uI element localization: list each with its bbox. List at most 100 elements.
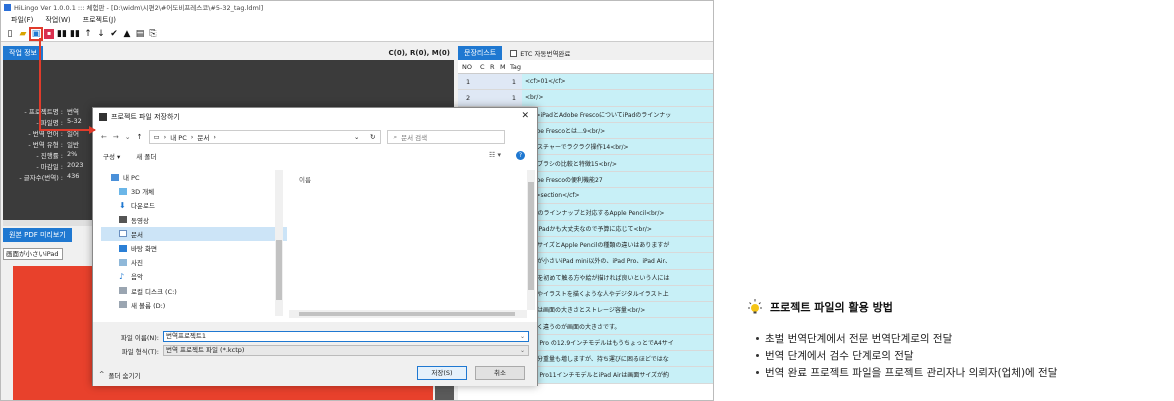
menu-file[interactable]: 파일(F) <box>11 15 33 25</box>
down-arrow-icon[interactable]: ↓ <box>96 29 106 39</box>
col-no[interactable]: NO <box>458 63 474 71</box>
col-tag[interactable]: Tag <box>510 63 530 71</box>
export-icon[interactable]: ⎘ <box>148 29 158 39</box>
forward-arrow-icon[interactable]: → <box>113 133 119 141</box>
search-box[interactable]: ⌕ 문서 검색 <box>386 130 505 144</box>
address-bar[interactable]: ▭ › 내 PC › 문서 › ⌄ ↻ <box>148 130 381 144</box>
tree-item-music[interactable]: ♪ 음악 <box>101 269 287 283</box>
col-m[interactable]: M <box>500 63 510 71</box>
breadcrumb-documents[interactable]: 문서 <box>197 132 209 142</box>
3d-objects-icon <box>119 187 127 195</box>
col-r[interactable]: R <box>490 63 500 71</box>
tree-item-desktop[interactable]: 바탕 화면 <box>101 241 287 255</box>
table-row[interactable]: 2 1 <br/> <box>458 90 713 107</box>
bullet-icon <box>756 371 759 374</box>
disk-icon <box>119 301 127 309</box>
open-folder-icon[interactable]: ▰ <box>18 29 28 39</box>
new-file-icon[interactable]: ▯ <box>5 29 15 39</box>
status-counts: C(0), R(0), M(0) <box>388 49 451 57</box>
pdf-filename-field[interactable]: 画面が小さいiPad <box>3 248 63 260</box>
search-icon: ⌕ <box>393 132 398 141</box>
etc-option[interactable]: ETC 자동번역완료 <box>510 48 570 58</box>
save-button[interactable]: 저장(S) <box>417 366 467 380</box>
view-options-icon[interactable]: ☷ ▾ <box>489 151 501 159</box>
bullet-icon <box>756 354 759 357</box>
filetype-select[interactable]: 번역 프로젝트 파일 (*.kctp) ⌄ <box>163 345 529 356</box>
breadcrumb-pc[interactable]: 내 PC <box>170 132 187 142</box>
tree-item-videos[interactable]: 동영상 <box>101 213 287 227</box>
check-icon[interactable]: ✔ <box>109 29 119 39</box>
tree-scroll-thumb[interactable] <box>276 240 282 300</box>
tree-item-pc[interactable]: 내 PC <box>101 170 287 184</box>
media-icon[interactable]: ▪ <box>44 28 54 39</box>
dialog-command-bar: 구성 ▾ 새 폴더 ☷ ▾ ? <box>93 148 537 164</box>
file-list: 이름 <box>289 170 527 310</box>
tab-pdf-preview[interactable]: 원본 PDF 미리보기 <box>3 228 72 242</box>
search-input[interactable]: 문서 검색 <box>401 132 427 142</box>
tree-item-documents[interactable]: 문서 <box>101 226 287 241</box>
address-dropdown-icon[interactable]: ⌄ <box>354 133 359 141</box>
save-project-icon[interactable]: ▣ <box>29 26 43 41</box>
save-project-dialog: 프로젝트 파일 저장하기 ✕ ← → ⌄ ↑ ▭ › 내 PC › 문서 › ⌄… <box>92 107 538 386</box>
list-item: 번역 단계에서 검수 단계로의 전달 <box>756 347 1166 364</box>
document-icon <box>119 230 127 238</box>
dialog-titlebar: 프로젝트 파일 저장하기 <box>93 108 537 126</box>
list-icon[interactable]: ▤ <box>135 29 145 39</box>
split-icon[interactable]: ▮▮ <box>57 29 67 39</box>
tree-item-disk-c[interactable]: 로컬 디스크 (C:) <box>101 284 287 298</box>
etc-checkbox[interactable] <box>510 49 518 57</box>
horizontal-scrollbar[interactable] <box>289 310 527 318</box>
table-row[interactable]: 1 1 <cf>01</cf> <box>458 74 713 91</box>
music-icon: ♪ <box>119 271 125 281</box>
chevron-up-icon: ^ <box>99 370 105 378</box>
help-icon[interactable]: ? <box>516 151 525 160</box>
disk-icon <box>119 287 127 295</box>
new-folder-button[interactable]: 새 폴더 <box>136 151 156 161</box>
sentence-column-header: NO C R M Tag <box>458 60 713 74</box>
tree-item-pictures[interactable]: 사진 <box>101 255 287 269</box>
lightbulb-icon <box>746 298 764 316</box>
refresh-icon[interactable]: ↻ <box>370 133 375 141</box>
info-row: - 진행률 :2% <box>36 150 78 160</box>
menu-bar: 파일(F) 작업(W) 프로젝트(J) <box>1 13 713 26</box>
menu-project[interactable]: 프로젝트(J) <box>83 15 116 25</box>
warning-icon[interactable]: ▲ <box>122 29 132 39</box>
sentence-tabbar: 문장리스트 ETC 자동번역완료 <box>458 46 713 60</box>
up-arrow-icon[interactable]: ↑ <box>83 29 93 39</box>
organize-button[interactable]: 구성 ▾ <box>103 151 120 161</box>
merge-icon[interactable]: ▮▮ <box>70 29 80 39</box>
hide-folders-toggle[interactable]: ^ 폴더 숨기기 <box>99 370 140 380</box>
filename-row: 파일 이름(N): 번역프로젝트1 ⌄ <box>93 331 529 342</box>
col-c[interactable]: C <box>480 63 490 71</box>
chevron-down-icon[interactable]: ⌄ <box>520 332 525 341</box>
info-row: - 번역 유형 : 일반 <box>28 141 79 149</box>
filename-label: 파일 이름(N): <box>120 333 159 342</box>
tree-scrollbar[interactable] <box>275 170 283 316</box>
chevron-down-icon[interactable]: ⌄ <box>520 346 525 355</box>
filetype-row: 파일 형식(T): 번역 프로젝트 파일 (*.kctp) ⌄ <box>93 345 529 356</box>
callout-line <box>39 38 41 130</box>
filename-field[interactable]: 번역프로젝트1 ⌄ <box>163 331 529 342</box>
app-title: HiLingo Ver 1.0.0.1 ::: 체험판 - [D:\widm\시… <box>14 4 264 12</box>
tab-work-info[interactable]: 작업 정보 <box>3 46 43 60</box>
tree-item-3d[interactable]: 3D 개체 <box>101 184 287 198</box>
back-arrow-icon[interactable]: ← <box>101 133 107 141</box>
title-bar: HiLingo Ver 1.0.0.1 ::: 체험판 - [D:\widm\시… <box>1 1 713 13</box>
cancel-button[interactable]: 취소 <box>475 366 525 380</box>
toolbar: ▯ ▰ ▣ ▪ ▮▮ ▮▮ ↑ ↓ ✔ ▲ ▤ ⎘ <box>1 26 713 42</box>
file-scroll-thumb[interactable] <box>528 182 534 290</box>
hscroll-thumb[interactable] <box>299 312 515 316</box>
close-icon[interactable]: ✕ <box>521 111 529 121</box>
list-item: 초벌 번역단계에서 전문 번역단계로의 전달 <box>756 330 1166 347</box>
up-folder-icon[interactable]: ↑ <box>137 133 143 141</box>
app-window: HiLingo Ver 1.0.0.1 ::: 체험판 - [D:\widm\시… <box>0 0 714 401</box>
file-scrollbar[interactable] <box>527 170 535 310</box>
tree-item-disk-d[interactable]: 새 볼륨 (D:) <box>101 298 287 312</box>
menu-work[interactable]: 작업(W) <box>45 15 70 25</box>
column-name-header[interactable]: 이름 <box>299 174 311 184</box>
tree-item-downloads[interactable]: ⬇ 다운로드 <box>101 198 287 212</box>
pc-icon: ▭ <box>153 133 160 141</box>
chevron-down-icon[interactable]: ⌄ <box>125 133 131 141</box>
tab-sentence-list[interactable]: 문장리스트 <box>458 46 503 60</box>
list-item: 번역 완료 프로젝트 파일을 프로젝트 관리자나 의뢰자(업체)에 전달 <box>756 364 1166 381</box>
